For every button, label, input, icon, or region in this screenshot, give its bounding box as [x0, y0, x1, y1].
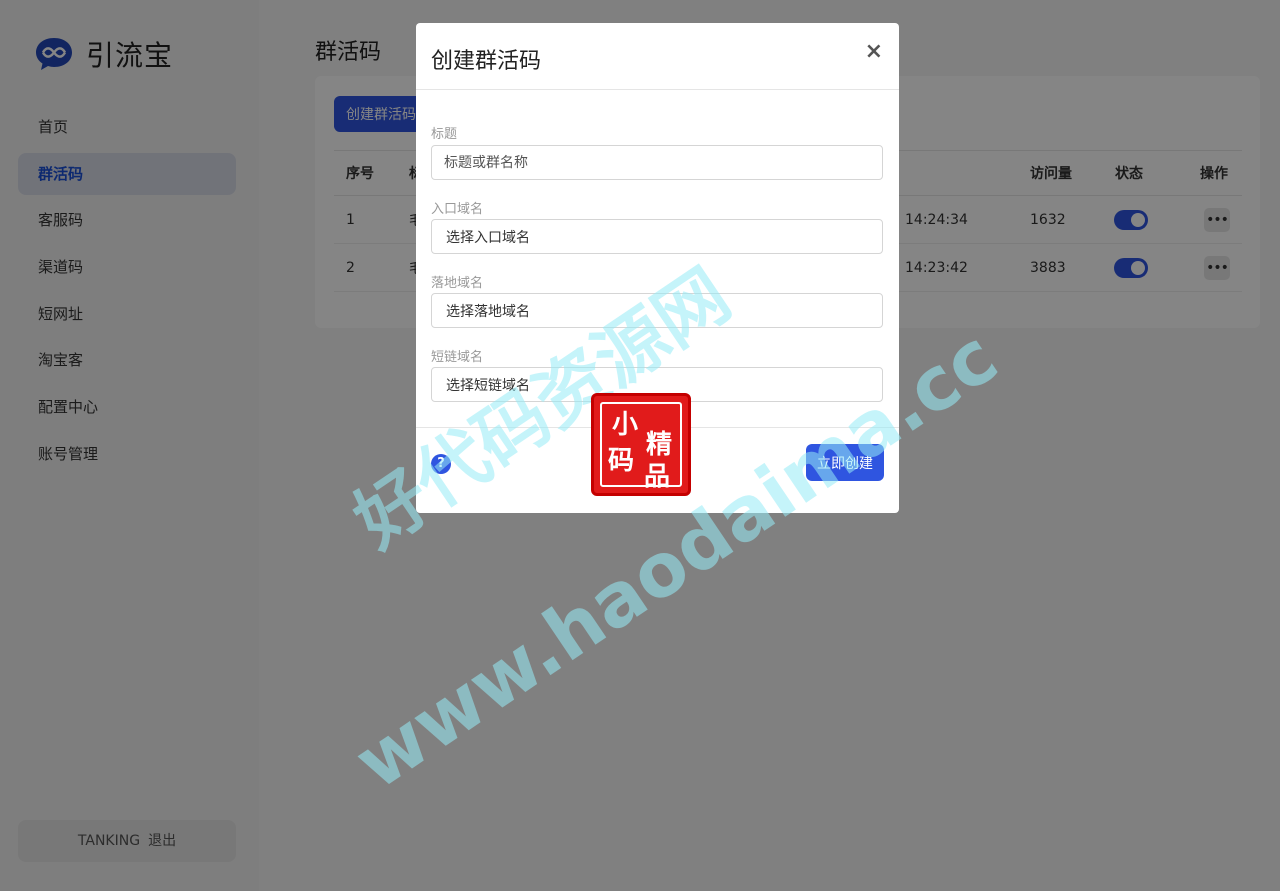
entry-domain-select[interactable]: 选择入口域名 — [431, 219, 883, 254]
modal-header: 创建群活码 × — [416, 23, 899, 90]
modal-title: 创建群活码 — [431, 49, 542, 74]
landing-domain-label: 落地域名 — [431, 276, 484, 291]
stamp-char: 小 — [612, 410, 639, 440]
short-domain-label: 短链域名 — [431, 350, 484, 365]
close-icon[interactable]: × — [865, 40, 883, 64]
entry-domain-label: 入口域名 — [431, 202, 484, 217]
watermark-stamp: 小 精 码 品 — [591, 393, 691, 496]
stamp-char: 码 — [608, 446, 635, 476]
stamp-char: 品 — [644, 462, 671, 492]
title-label: 标题 — [431, 127, 458, 142]
title-input[interactable] — [431, 145, 883, 180]
